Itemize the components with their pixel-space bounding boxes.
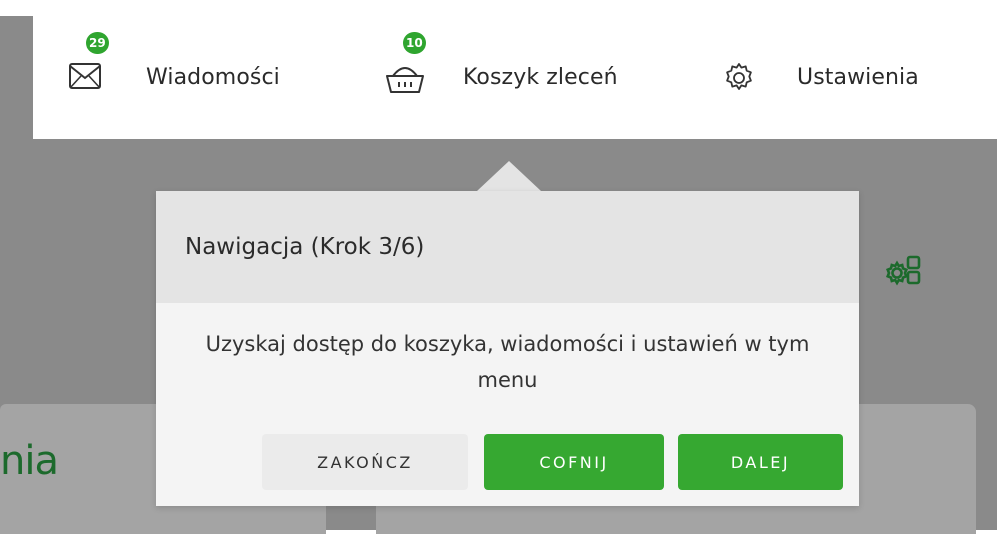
back-button[interactable]: COFNIJ bbox=[484, 434, 664, 490]
basket-icon bbox=[386, 66, 424, 93]
menu-icon-wrap: 29 bbox=[68, 31, 112, 100]
menu-item-basket[interactable]: 10 Koszyk zleceń bbox=[385, 16, 618, 139]
finish-tour-button[interactable]: ZAKOŃCZ bbox=[262, 434, 468, 490]
menu-label-settings: Ustawienia bbox=[797, 65, 919, 90]
tour-popup: Nawigacja (Krok 3/6) Uzyskaj dostęp do k… bbox=[156, 191, 859, 506]
widget-settings-icon[interactable] bbox=[886, 254, 922, 290]
menu-label-messages: Wiadomości bbox=[146, 65, 280, 90]
popup-header: Nawigacja (Krok 3/6) bbox=[156, 191, 859, 303]
popup-description: Uzyskaj dostęp do koszyka, wiadomości i … bbox=[205, 332, 810, 392]
messages-count-badge: 29 bbox=[86, 31, 109, 54]
envelope-icon bbox=[69, 62, 101, 89]
top-menu: 29 Wiadomości 10 Koszyk zleceń Ustawieni… bbox=[33, 16, 997, 139]
menu-item-settings[interactable]: Ustawienia bbox=[719, 16, 919, 139]
menu-item-messages[interactable]: 29 Wiadomości bbox=[68, 16, 280, 139]
background-heading: nia bbox=[0, 438, 59, 484]
gear-icon bbox=[726, 62, 752, 90]
popup-pointer bbox=[477, 161, 541, 191]
menu-icon-wrap: 10 bbox=[385, 31, 429, 100]
page-top-strip bbox=[0, 0, 997, 16]
next-button[interactable]: DALEJ bbox=[678, 434, 843, 490]
popup-title: Nawigacja (Krok 3/6) bbox=[185, 234, 425, 260]
menu-icon-wrap bbox=[719, 56, 763, 100]
basket-count-badge: 10 bbox=[403, 31, 426, 54]
menu-label-basket: Koszyk zleceń bbox=[463, 65, 618, 90]
